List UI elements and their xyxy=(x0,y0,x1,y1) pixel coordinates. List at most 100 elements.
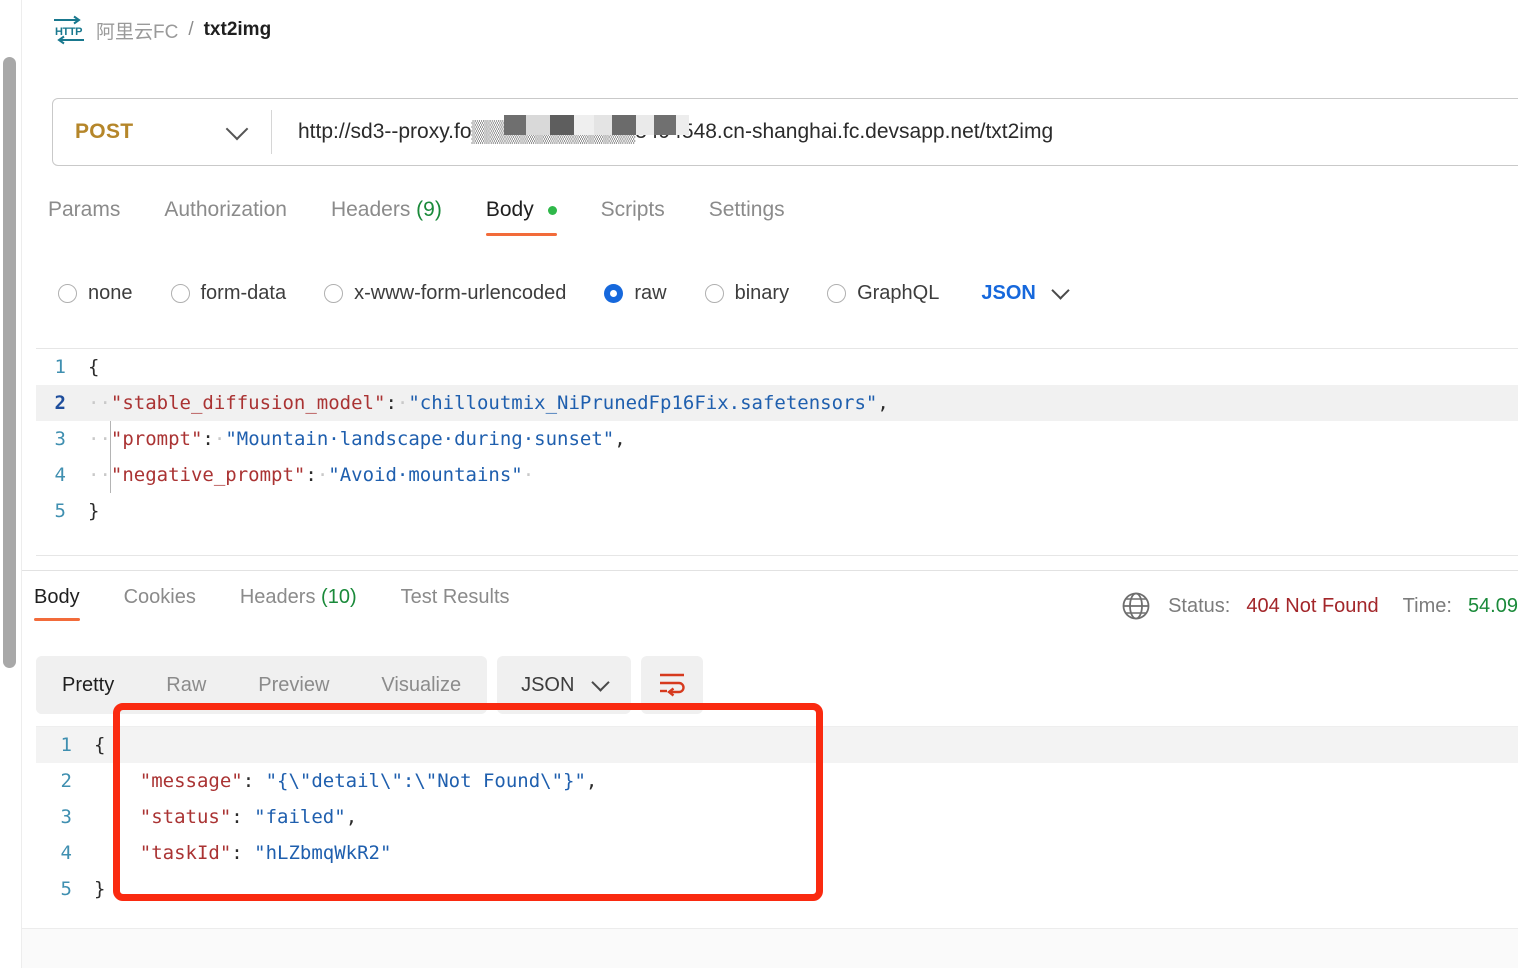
body-mode-radio-group: none form-data x-www-form-urlencoded raw… xyxy=(58,275,1070,311)
body-mode-none[interactable]: none xyxy=(58,282,133,305)
code-text: } xyxy=(88,500,100,522)
http-protocol-icon: HTTP xyxy=(52,15,86,45)
line-number: 5 xyxy=(54,500,66,522)
response-view-preview[interactable]: Preview xyxy=(232,656,355,714)
body-mode-form-data[interactable]: form-data xyxy=(170,281,287,305)
tab-params[interactable]: Params xyxy=(48,198,142,236)
code-string: "hLZbmqWkR2" xyxy=(254,842,392,864)
body-present-dot-icon xyxy=(547,205,557,215)
code-string: "chilloutmix_NiPrunedFp16Fix.safetensors… xyxy=(408,392,878,414)
line-number: 3 xyxy=(54,428,66,450)
code-punct: , xyxy=(614,428,626,450)
chevron-down-icon xyxy=(225,117,249,140)
url-bar: POST http://sd3--proxy.fo▒▒▒▒▒▒▒▒▒▒▒3494… xyxy=(52,98,1518,166)
url-input[interactable]: http://sd3--proxy.fo▒▒▒▒▒▒▒▒▒▒▒3494548.c… xyxy=(272,99,1518,165)
code-punct: : xyxy=(385,392,397,414)
time-value: 54.09 xyxy=(1467,594,1518,617)
line-number: 1 xyxy=(60,734,72,756)
response-tab-body[interactable]: Body xyxy=(34,586,102,621)
line-number: 2 xyxy=(60,770,72,792)
breadcrumb-request-name[interactable]: txt2img xyxy=(204,19,272,41)
tab-headers-count: (9) xyxy=(416,198,442,221)
code-line[interactable]: 3 "status" : "failed" , xyxy=(36,799,1518,835)
response-view-visualize[interactable]: Visualize xyxy=(355,656,487,714)
response-tab-cookies[interactable]: Cookies xyxy=(102,586,218,621)
response-section-divider xyxy=(22,570,1518,571)
radio-graphql-icon[interactable] xyxy=(827,283,847,303)
page-scrollbar-thumb[interactable] xyxy=(3,57,16,668)
http-method-label: POST xyxy=(75,120,134,143)
tab-authorization[interactable]: Authorization xyxy=(142,198,309,236)
radio-form-data-icon[interactable] xyxy=(170,283,190,303)
response-language-dropdown[interactable]: JSON xyxy=(497,656,632,714)
code-punct: : xyxy=(231,842,255,864)
response-format-toolbar: Pretty Raw Preview Visualize JSON xyxy=(36,656,704,714)
body-mode-graphql-label: GraphQL xyxy=(857,281,940,304)
radio-raw-icon[interactable] xyxy=(604,283,624,303)
code-indent: ·· xyxy=(88,464,111,486)
body-language-dropdown[interactable]: JSON xyxy=(981,280,1070,305)
wrap-lines-button[interactable] xyxy=(641,656,704,714)
code-punct: , xyxy=(877,392,889,414)
globe-icon[interactable] xyxy=(1120,590,1152,622)
page-scrollbar-track[interactable] xyxy=(0,0,22,968)
code-punct: : xyxy=(305,464,317,486)
response-view-raw[interactable]: Raw xyxy=(140,656,232,714)
response-tab-headers-count: (10) xyxy=(321,586,357,608)
time-label: Time: xyxy=(1402,594,1452,617)
code-line[interactable]: 4 ·· "negative_prompt" : · "Avoid·mounta… xyxy=(36,457,1518,493)
code-line[interactable]: 4 "taskId" : "hLZbmqWkR2" xyxy=(36,835,1518,871)
code-line[interactable]: 2 "message" : "{\"detail\":\"Not Found\"… xyxy=(36,763,1518,799)
request-body-editor[interactable]: 1 { 2 ·· "stable_diffusion_model" : · "c… xyxy=(36,348,1518,556)
code-text: { xyxy=(88,356,100,378)
code-indent: ·· xyxy=(88,392,111,414)
response-meta: Status: 404 Not Found Time: 54.09 xyxy=(1120,588,1518,624)
tab-scripts[interactable]: Scripts xyxy=(579,198,687,236)
code-punct: : xyxy=(242,770,266,792)
code-key: "message" xyxy=(139,770,243,792)
request-tabs: Params Authorization Headers (9) Body Sc… xyxy=(48,198,807,246)
bottom-status-bar xyxy=(22,928,1518,968)
status-badge: 404 Not Found xyxy=(1246,594,1379,617)
response-tab-body-label: Body xyxy=(34,586,80,608)
body-mode-binary[interactable]: binary xyxy=(704,282,789,305)
code-text: } xyxy=(94,878,106,900)
response-body-editor[interactable]: 1 { 2 "message" : "{\"detail\":\"Not Fou… xyxy=(36,726,1518,906)
radio-urlencoded-icon[interactable] xyxy=(324,283,344,303)
status-label: Status: xyxy=(1168,594,1231,617)
code-line[interactable]: 5 } xyxy=(36,871,1518,907)
chevron-down-icon xyxy=(1051,280,1070,300)
response-tab-headers[interactable]: Headers (10) xyxy=(218,586,379,621)
code-line[interactable]: 5 } xyxy=(36,493,1518,529)
body-mode-raw[interactable]: raw xyxy=(604,282,667,305)
code-line[interactable]: 2 ·· "stable_diffusion_model" : · "chill… xyxy=(36,385,1518,421)
body-mode-form-data-label: form-data xyxy=(200,281,287,304)
tab-settings-label: Settings xyxy=(708,198,785,221)
tab-settings[interactable]: Settings xyxy=(687,198,807,236)
body-language-label: JSON xyxy=(981,281,1036,304)
radio-binary-icon[interactable] xyxy=(704,283,724,303)
code-line[interactable]: 1 { xyxy=(36,349,1518,385)
tab-headers-label: Headers xyxy=(330,198,411,221)
response-tab-test-results[interactable]: Test Results xyxy=(379,586,532,621)
code-space: · xyxy=(213,428,226,450)
response-view-pretty-label: Pretty xyxy=(62,673,115,696)
code-line[interactable]: 1 { xyxy=(36,727,1518,763)
http-method-dropdown[interactable]: POST xyxy=(53,99,271,165)
body-mode-urlencoded-label: x-www-form-urlencoded xyxy=(354,281,567,304)
wrap-lines-icon xyxy=(656,669,688,702)
code-line[interactable]: 3 ·· "prompt" : · "Mountain·landscape·du… xyxy=(36,421,1518,457)
breadcrumb-collection[interactable]: 阿里云FC xyxy=(96,17,178,44)
body-mode-none-label: none xyxy=(88,281,133,304)
left-rail xyxy=(0,0,22,968)
chevron-down-icon xyxy=(591,672,611,692)
body-mode-graphql[interactable]: GraphQL xyxy=(827,282,939,305)
tab-body[interactable]: Body xyxy=(464,198,579,236)
code-string: "Mountain·landscape·during·sunset" xyxy=(225,428,615,450)
body-mode-urlencoded[interactable]: x-www-form-urlencoded xyxy=(324,282,566,305)
tab-headers[interactable]: Headers (9) xyxy=(309,198,464,236)
response-view-pretty[interactable]: Pretty xyxy=(36,656,141,714)
code-key: "negative_prompt" xyxy=(110,464,306,486)
radio-none-icon[interactable] xyxy=(58,283,77,303)
